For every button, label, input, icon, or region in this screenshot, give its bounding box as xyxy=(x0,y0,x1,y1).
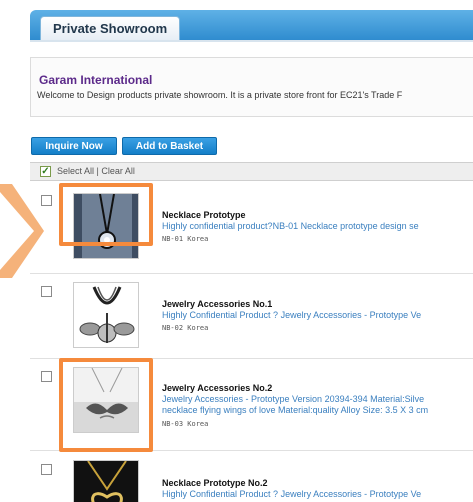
product-checkbox[interactable] xyxy=(41,286,52,297)
welcome-text: Welcome to Design products private showr… xyxy=(37,90,403,100)
select-clear-links[interactable]: Select All | Clear All xyxy=(57,166,135,176)
showroom-tab-bar: Private Showroom xyxy=(30,10,473,40)
company-name: Garam International xyxy=(39,73,153,87)
product-description-line2: necklace flying wings of love Material:q… xyxy=(162,405,429,415)
product-thumbnail[interactable] xyxy=(73,282,139,348)
tab-private-showroom[interactable]: Private Showroom xyxy=(40,16,181,40)
product-row: Necklace Prototype No.2 Highly Confident… xyxy=(30,451,473,502)
product-code: NB-01 Korea xyxy=(162,235,209,243)
product-name[interactable]: Jewelry Accessories No.1 xyxy=(162,299,272,309)
add-to-basket-button[interactable]: Add to Basket xyxy=(122,137,217,155)
product-code: NB-02 Korea xyxy=(162,324,209,332)
product-checkbox[interactable] xyxy=(41,371,52,382)
product-description: Jewelry Accessories - Prototype Version … xyxy=(162,394,425,404)
product-thumbnail[interactable] xyxy=(73,460,139,502)
product-name[interactable]: Necklace Prototype xyxy=(162,210,246,220)
heart-necklace-image-icon xyxy=(74,461,138,502)
product-name[interactable]: Necklace Prototype No.2 xyxy=(162,478,268,488)
product-description: Highly confidential product?NB-01 Neckla… xyxy=(162,221,419,231)
jewelry-image-icon xyxy=(79,286,135,343)
company-info-panel: Garam International Welcome to Design pr… xyxy=(30,57,473,117)
product-description: Highly Confidential Product ? Jewelry Ac… xyxy=(162,310,422,320)
select-all-checkbox[interactable]: ✓ xyxy=(40,166,51,177)
product-checkbox[interactable] xyxy=(41,464,52,475)
arrow-pointer-icon xyxy=(0,184,44,278)
select-all-bar: ✓ Select All | Clear All xyxy=(30,162,473,181)
tab-divider xyxy=(30,40,473,42)
highlight-box xyxy=(59,358,153,452)
inquire-now-button[interactable]: Inquire Now xyxy=(31,137,117,155)
product-description: Highly Confidential Product ? Jewelry Ac… xyxy=(162,489,422,499)
product-name[interactable]: Jewelry Accessories No.2 xyxy=(162,383,272,393)
product-row: Jewelry Accessories No.1 Highly Confiden… xyxy=(30,274,473,359)
product-code: NB-03 Korea xyxy=(162,420,209,428)
highlight-box xyxy=(59,183,153,246)
